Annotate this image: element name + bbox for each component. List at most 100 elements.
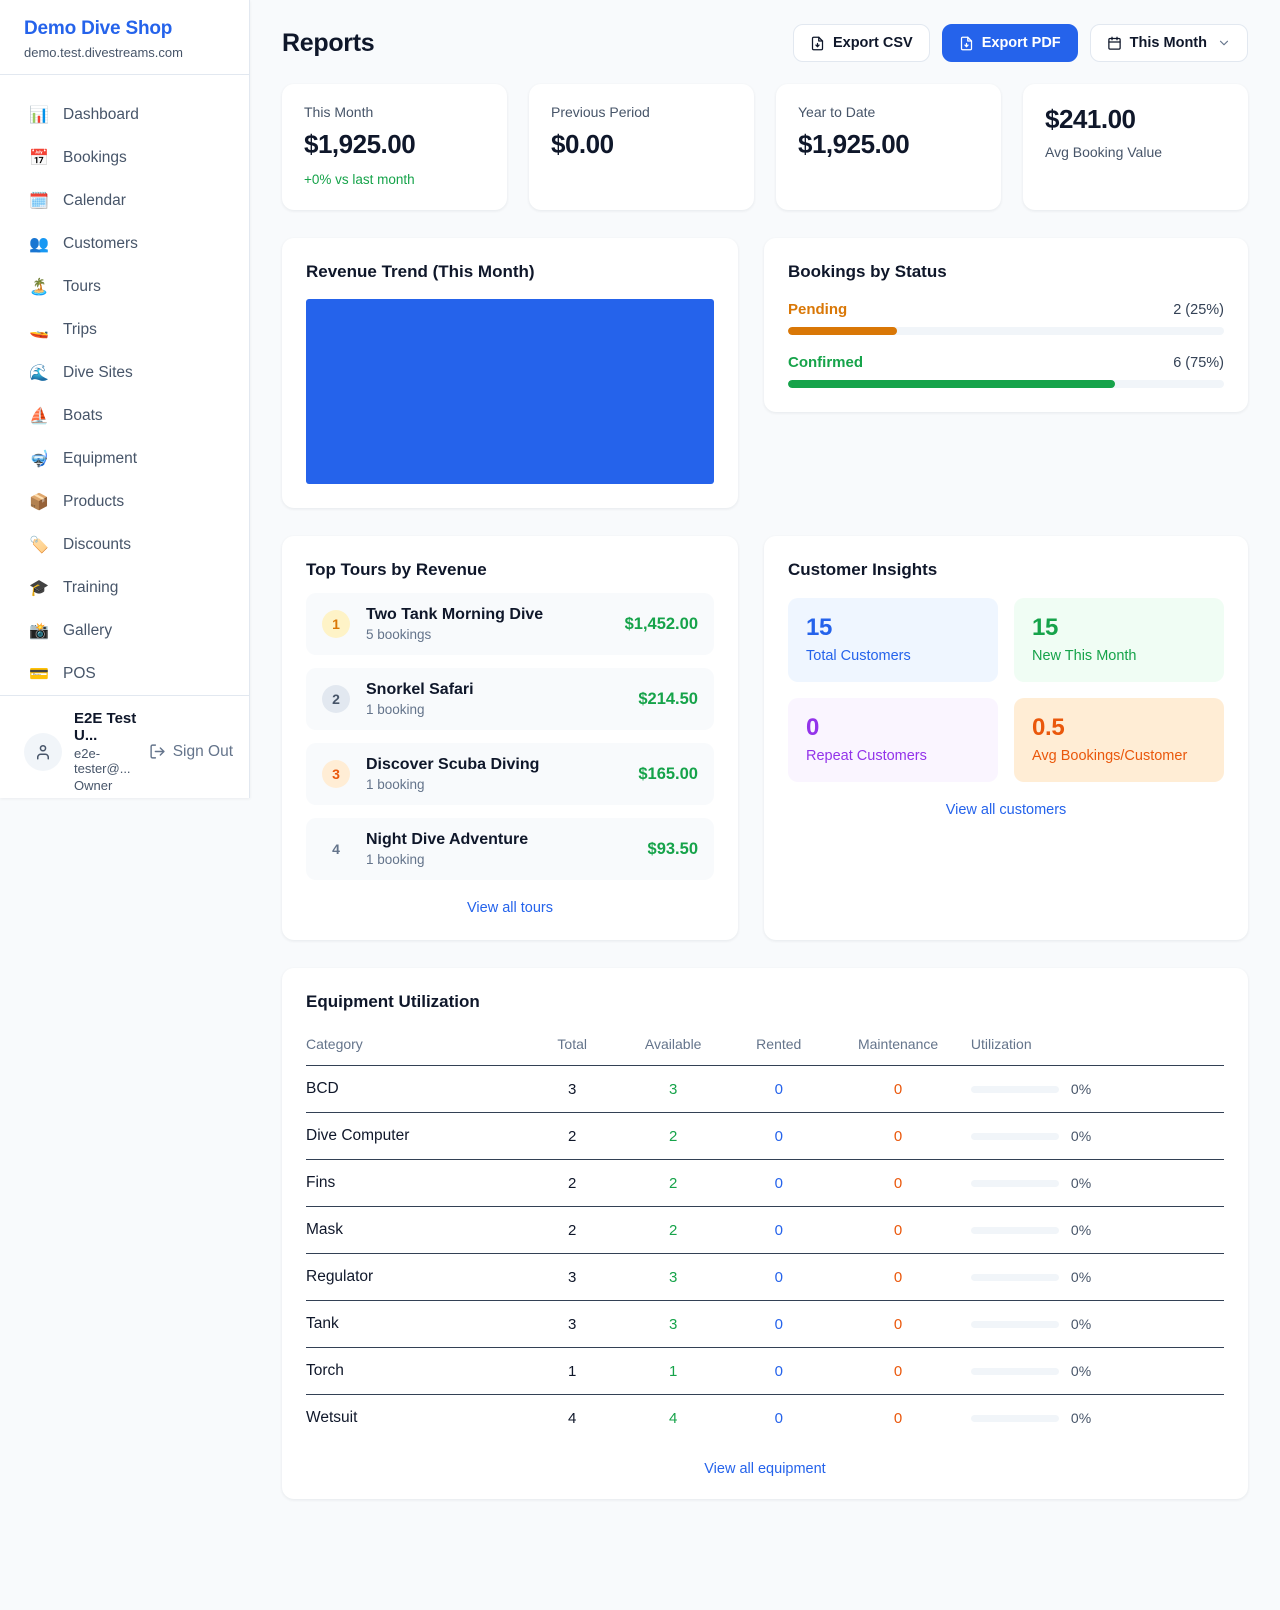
insight-tile: 15 Total Customers xyxy=(788,598,998,682)
sidebar-nav-item[interactable]: 📊 Dashboard xyxy=(8,93,241,136)
sidebar-nav-item[interactable]: 🎓 Training xyxy=(8,566,241,609)
shop-domain: demo.test.divestreams.com xyxy=(24,45,225,60)
export-csv-button[interactable]: Export CSV xyxy=(793,24,930,62)
file-download-icon xyxy=(810,36,825,51)
utilization-percent: 0% xyxy=(1071,1316,1091,1332)
equipment-available: 2 xyxy=(618,1160,728,1207)
status-progress-track xyxy=(788,327,1224,335)
people-icon: 👥 xyxy=(28,234,50,253)
tour-name: Two Tank Morning Dive xyxy=(366,606,609,624)
user-icon xyxy=(34,743,52,761)
export-pdf-label: Export PDF xyxy=(982,35,1061,51)
equipment-table-row: Tank 3 3 0 0 0% xyxy=(306,1301,1224,1348)
equipment-category: Regulator xyxy=(306,1254,526,1301)
sidebar-nav-item[interactable]: 👥 Customers xyxy=(8,222,241,265)
period-dropdown[interactable]: This Month xyxy=(1090,24,1248,62)
tour-list-item[interactable]: 2 Snorkel Safari 1 booking $214.50 xyxy=(306,668,714,730)
sidebar-nav-item[interactable]: 🚤 Trips xyxy=(8,308,241,351)
sign-out-label: Sign Out xyxy=(173,743,233,761)
log-out-icon xyxy=(149,743,166,760)
equipment-table-header: Category Total Available Rented Maintena… xyxy=(306,1030,1224,1066)
tour-revenue: $165.00 xyxy=(638,765,698,784)
sidebar-nav-item[interactable]: 📦 Products xyxy=(8,480,241,523)
sidebar-nav: 📊 Dashboard 📅 Bookings 🗓️ Calendar 👥 Cus… xyxy=(0,75,249,695)
equipment-available: 2 xyxy=(618,1113,728,1160)
user-meta: E2E Test U... e2e-tester@... Owner xyxy=(74,710,137,793)
shop-name: Demo Dive Shop xyxy=(24,18,225,40)
equipment-table: Category Total Available Rented Maintena… xyxy=(306,1030,1224,1441)
equipment-category: Mask xyxy=(306,1207,526,1254)
equipment-rented: 0 xyxy=(728,1301,829,1348)
equipment-rented: 0 xyxy=(728,1395,829,1442)
sidebar-nav-item[interactable]: 🏝️ Tours xyxy=(8,265,241,308)
utilization-percent: 0% xyxy=(1071,1269,1091,1285)
equipment-total: 1 xyxy=(526,1348,618,1395)
equipment-table-row: Torch 1 1 0 0 0% xyxy=(306,1348,1224,1395)
tour-bookings-count: 1 booking xyxy=(366,852,632,867)
equipment-available: 3 xyxy=(618,1254,728,1301)
equipment-maintenance: 0 xyxy=(829,1254,967,1301)
user-name: E2E Test U... xyxy=(74,710,137,744)
utilization-percent: 0% xyxy=(1071,1128,1091,1144)
tour-list-item[interactable]: 4 Night Dive Adventure 1 booking $93.50 xyxy=(306,818,714,880)
sidebar-nav-label: Dashboard xyxy=(63,106,139,124)
revenue-trend-chart xyxy=(306,299,714,484)
equipment-table-row: Mask 2 2 0 0 0% xyxy=(306,1207,1224,1254)
view-all-equipment-link[interactable]: View all equipment xyxy=(306,1461,1224,1477)
tour-list-item[interactable]: 1 Two Tank Morning Dive 5 bookings $1,45… xyxy=(306,593,714,655)
sidebar-nav-item[interactable]: 📸 Gallery xyxy=(8,609,241,652)
insight-label: New This Month xyxy=(1032,648,1206,664)
sidebar-nav-item[interactable]: 🗓️ Calendar xyxy=(8,179,241,222)
top-tours-card: Top Tours by Revenue 1 Two Tank Morning … xyxy=(282,536,738,940)
sidebar-nav-label: Bookings xyxy=(63,149,127,167)
sidebar-nav-item[interactable]: 🤿 Equipment xyxy=(8,437,241,480)
diving-mask-icon: 🤿 xyxy=(28,449,50,468)
stat-card: Avg Booking Value $241.00 xyxy=(1023,84,1248,210)
customer-insights-card: Customer Insights 15 Total Customers 15 … xyxy=(764,536,1248,940)
equipment-available: 4 xyxy=(618,1395,728,1442)
status-value: 2 (25%) xyxy=(1173,302,1224,318)
view-all-tours-link[interactable]: View all tours xyxy=(306,900,714,916)
tour-list-item[interactable]: 3 Discover Scuba Diving 1 booking $165.0… xyxy=(306,743,714,805)
sailboat-icon: ⛵ xyxy=(28,406,50,425)
stat-label: Avg Booking Value xyxy=(1045,144,1226,160)
insight-label: Avg Bookings/Customer xyxy=(1032,748,1206,764)
sign-out-button[interactable]: Sign Out xyxy=(149,743,233,761)
tour-bookings-count: 1 booking xyxy=(366,702,622,717)
status-progress-track xyxy=(788,380,1224,388)
tour-list: 1 Two Tank Morning Dive 5 bookings $1,45… xyxy=(306,593,714,880)
equipment-total: 3 xyxy=(526,1254,618,1301)
user-email: e2e-tester@... xyxy=(74,746,137,776)
row-tours-insights: Top Tours by Revenue 1 Two Tank Morning … xyxy=(282,536,1248,940)
wave-icon: 🌊 xyxy=(28,363,50,382)
utilization-percent: 0% xyxy=(1071,1363,1091,1379)
page-header: Reports Export CSV Export PDF This Month xyxy=(282,24,1248,62)
export-pdf-button[interactable]: Export PDF xyxy=(942,24,1078,62)
tour-name: Discover Scuba Diving xyxy=(366,756,622,774)
equipment-rented: 0 xyxy=(728,1113,829,1160)
sidebar-nav-item[interactable]: 🏷️ Discounts xyxy=(8,523,241,566)
stat-card: This Month $1,925.00 +0% vs last month xyxy=(282,84,507,210)
utilization-bar-track xyxy=(971,1086,1059,1093)
sidebar-nav-label: Discounts xyxy=(63,536,131,554)
tour-bookings-count: 5 bookings xyxy=(366,627,609,642)
stat-label: This Month xyxy=(304,104,485,120)
equipment-available: 1 xyxy=(618,1348,728,1395)
stat-value: $1,925.00 xyxy=(304,129,485,160)
col-available: Available xyxy=(618,1030,728,1066)
utilization-percent: 0% xyxy=(1071,1410,1091,1426)
sidebar-nav-item[interactable]: 📅 Bookings xyxy=(8,136,241,179)
sidebar-nav-label: Dive Sites xyxy=(63,364,133,382)
island-icon: 🏝️ xyxy=(28,277,50,296)
sidebar-nav-item[interactable]: ⛵ Boats xyxy=(8,394,241,437)
view-all-customers-link[interactable]: View all customers xyxy=(788,802,1224,818)
equipment-total: 2 xyxy=(526,1207,618,1254)
equipment-maintenance: 0 xyxy=(829,1348,967,1395)
col-category: Category xyxy=(306,1030,526,1066)
equipment-total: 2 xyxy=(526,1113,618,1160)
sidebar-nav-item[interactable]: 💳 POS xyxy=(8,652,241,695)
sidebar-nav-item[interactable]: 🌊 Dive Sites xyxy=(8,351,241,394)
insight-tile: 15 New This Month xyxy=(1014,598,1224,682)
equipment-utilization-title: Equipment Utilization xyxy=(306,992,1224,1012)
status-label: Pending xyxy=(788,301,847,318)
